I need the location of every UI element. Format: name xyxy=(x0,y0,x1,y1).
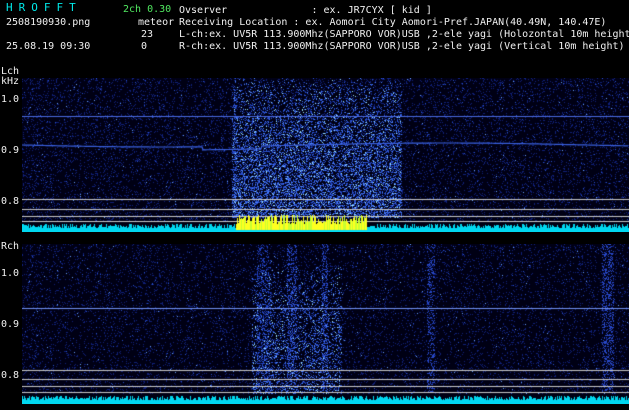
rch-waterfall xyxy=(22,244,629,404)
location-line: Receiving Location : ex. Aomori City Aom… xyxy=(179,17,607,28)
rch-desc-line: R-ch:ex. UV5R 113.900Mhz(SAPPORO VOR)USB… xyxy=(179,41,625,52)
rch-ytick-1: 1.0 xyxy=(1,268,20,279)
lch-unit: kHz xyxy=(1,76,20,87)
rch-meteor-count: 0 xyxy=(141,41,148,52)
rch-ytick-3: 0.8 xyxy=(1,370,20,381)
lch-ytick-2: 0.9 xyxy=(1,145,20,156)
lch-waterfall xyxy=(22,78,629,232)
observer-line: Ovserver : ex. JR7CYX [ kid ] xyxy=(179,5,432,16)
lch-spectrogram xyxy=(22,78,629,232)
lch-desc-line: L-ch:ex. UV5R 113.900Mhz(SAPPORO VOR)USB… xyxy=(179,29,629,40)
rch-spectrogram xyxy=(22,244,629,404)
filename: 2508190930.png xyxy=(6,17,91,28)
rch-label: Rch xyxy=(1,241,20,252)
mode-label: 2ch 0.30 xyxy=(123,4,172,15)
datetime: 25.08.19 09:30 xyxy=(6,41,91,52)
lch-ytick-3: 0.8 xyxy=(1,196,20,207)
meteor-label: meteor xyxy=(138,17,175,28)
rch-ytick-2: 0.9 xyxy=(1,319,20,330)
lch-ytick-1: 1.0 xyxy=(1,94,20,105)
lch-meteor-count: 23 xyxy=(141,29,154,40)
app-title: HROFFT xyxy=(6,1,82,14)
